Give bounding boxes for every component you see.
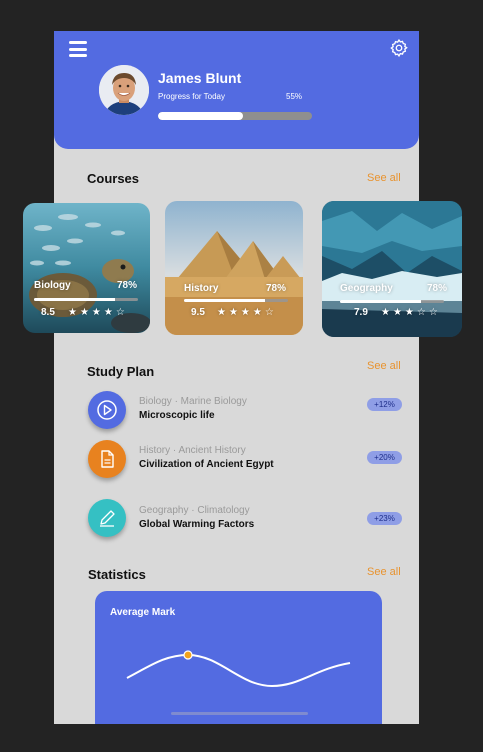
course-stars: ★★★★☆ [68, 307, 128, 318]
phone-screen: James Blunt Progress for Today 55% Cours… [54, 31, 419, 724]
document-icon [101, 450, 114, 468]
average-mark-chart [126, 650, 351, 688]
course-percent: 78% [117, 280, 138, 291]
courses-title: Courses [87, 171, 140, 186]
average-mark-line [126, 653, 351, 688]
study-item-icon-pencil[interactable] [88, 499, 126, 537]
study-item-change-badge: +12% [367, 398, 402, 411]
course-progress-fill [34, 298, 116, 301]
avatar [99, 65, 149, 115]
course-card-biology[interactable]: Biology 78% 8.5 ★★★★☆ [23, 203, 150, 333]
pencil-icon [100, 510, 115, 527]
study-item-icon-play[interactable] [88, 391, 126, 429]
course-progress-fill [184, 299, 266, 302]
course-rating: 7.9 [354, 307, 368, 318]
course-percent: 78% [266, 283, 287, 294]
course-name: Biology [34, 280, 71, 291]
course-name: History [184, 283, 219, 294]
profile-header: James Blunt Progress for Today 55% [54, 31, 419, 149]
course-progress-bar [34, 298, 138, 301]
study-item-icon-document[interactable] [88, 440, 126, 478]
course-card-history[interactable]: History 78% 9.5 ★★★★☆ [165, 201, 303, 335]
study-item-category: Geography · Climatology [139, 505, 250, 516]
home-indicator [171, 712, 308, 715]
course-percent: 78% [427, 283, 448, 294]
statistics-title: Statistics [88, 567, 146, 582]
study-plan-title: Study Plan [87, 364, 155, 379]
course-name: Geography [340, 283, 393, 294]
course-stars: ★★★☆☆ [381, 307, 441, 318]
course-progress-bar [340, 300, 444, 303]
play-icon [97, 400, 117, 420]
study-item-topic[interactable]: Global Warming Factors [139, 519, 254, 530]
study-item-change-badge: +20% [367, 451, 402, 464]
study-plan-see-all-link[interactable]: See all [367, 360, 401, 372]
study-item-change-badge: +23% [367, 512, 402, 525]
daily-progress-bar [158, 112, 312, 120]
courses-see-all-link[interactable]: See all [367, 172, 401, 184]
course-progress-fill [340, 300, 422, 303]
course-card-geography[interactable]: Geography 78% 7.9 ★★★☆☆ [322, 201, 462, 337]
menu-icon[interactable] [69, 41, 87, 57]
course-rating: 9.5 [191, 307, 205, 318]
average-mark-point [183, 650, 193, 660]
course-rating: 8.5 [41, 307, 55, 318]
progress-percent: 55% [286, 92, 303, 101]
user-name: James Blunt [158, 70, 242, 86]
study-item-topic[interactable]: Civilization of Ancient Egypt [139, 459, 274, 470]
progress-label: Progress for Today [158, 92, 225, 101]
gear-icon[interactable] [389, 38, 409, 58]
daily-progress-fill [158, 112, 243, 120]
average-mark-card[interactable]: Average Mark [95, 591, 382, 724]
statistics-see-all-link[interactable]: See all [367, 566, 401, 578]
study-item-topic[interactable]: Microscopic life [139, 410, 215, 421]
study-item-category: Biology · Marine Biology [139, 396, 247, 407]
course-stars: ★★★★☆ [217, 307, 277, 318]
course-progress-bar [184, 299, 288, 302]
study-item-category: History · Ancient History [139, 445, 246, 456]
